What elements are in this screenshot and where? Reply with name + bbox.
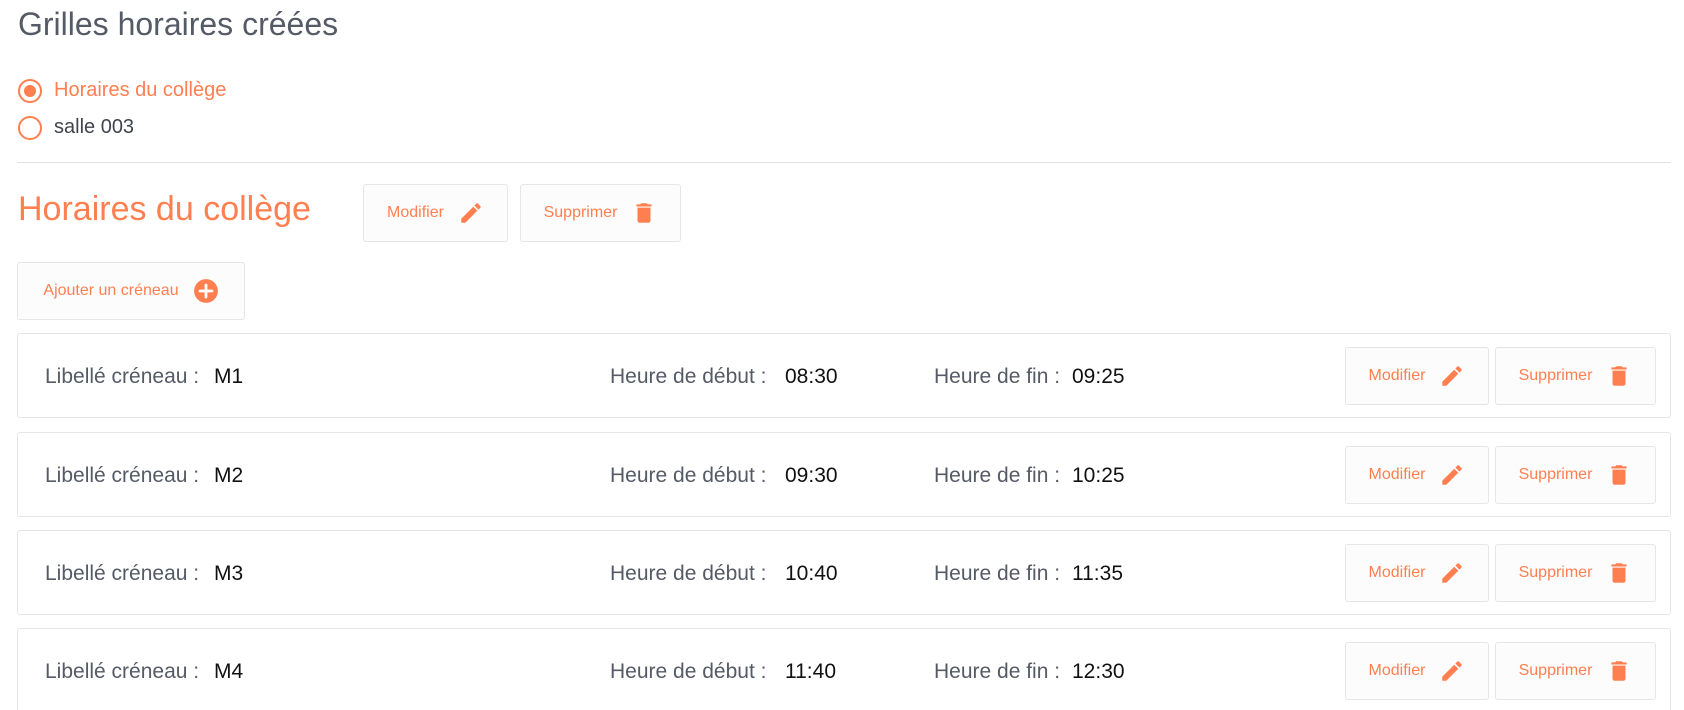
pencil-icon bbox=[1439, 560, 1465, 586]
slot-name-label: Libellé créneau : bbox=[45, 562, 200, 585]
slot-name-value: M1 bbox=[214, 365, 244, 388]
edit-slot-button[interactable]: Modifier bbox=[1345, 446, 1489, 504]
delete-slot-label: Supprimer bbox=[1518, 367, 1593, 384]
pencil-icon bbox=[1439, 462, 1465, 488]
slot-end-label: Heure de fin : bbox=[934, 660, 1061, 683]
slot-row: Libellé créneau : M3 Heure de début : 10… bbox=[17, 530, 1671, 615]
delete-slot-button[interactable]: Supprimer bbox=[1495, 642, 1656, 700]
slot-start-label: Heure de début : bbox=[610, 464, 767, 487]
radio-button-unchecked[interactable] bbox=[18, 115, 42, 140]
edit-slot-label: Modifier bbox=[1368, 564, 1426, 581]
slot-name-value: M4 bbox=[214, 660, 244, 683]
slot-start-value: 08:30 bbox=[785, 365, 838, 388]
slot-start-value: 09:30 bbox=[785, 464, 838, 487]
slot-end-value: 09:25 bbox=[1072, 365, 1125, 388]
slot-end-value: 11:35 bbox=[1072, 562, 1123, 585]
delete-grid-button[interactable]: Supprimer bbox=[520, 184, 681, 242]
slot-start-value: 11:40 bbox=[785, 660, 836, 683]
delete-slot-button[interactable]: Supprimer bbox=[1495, 446, 1656, 504]
delete-slot-button[interactable]: Supprimer bbox=[1495, 544, 1656, 602]
trash-icon bbox=[1606, 462, 1632, 488]
slot-end-label: Heure de fin : bbox=[934, 562, 1061, 585]
add-slot-label: Ajouter un créneau bbox=[43, 282, 179, 299]
delete-slot-label: Supprimer bbox=[1518, 662, 1593, 679]
trash-icon bbox=[631, 200, 657, 226]
slot-name-label: Libellé créneau : bbox=[45, 660, 200, 683]
delete-slot-label: Supprimer bbox=[1518, 466, 1593, 483]
grid-radio-list: Horaires du collège salle 003 bbox=[18, 72, 226, 146]
slot-end-value: 10:25 bbox=[1072, 464, 1125, 487]
pencil-icon bbox=[458, 200, 484, 226]
slot-start-label: Heure de début : bbox=[610, 365, 767, 388]
divider bbox=[17, 162, 1671, 163]
grid-option-college[interactable]: Horaires du collège bbox=[18, 72, 226, 109]
trash-icon bbox=[1606, 560, 1632, 586]
page-title: Grilles horaires créées bbox=[18, 6, 339, 42]
selected-grid-title: Horaires du collège bbox=[18, 190, 311, 228]
pencil-icon bbox=[1439, 363, 1465, 389]
edit-grid-button[interactable]: Modifier bbox=[363, 184, 508, 242]
edit-slot-button[interactable]: Modifier bbox=[1345, 642, 1489, 700]
edit-slot-label: Modifier bbox=[1368, 367, 1426, 384]
page: Grilles horaires créées Horaires du coll… bbox=[0, 0, 1684, 710]
delete-slot-button[interactable]: Supprimer bbox=[1495, 347, 1656, 405]
radio-button-checked[interactable] bbox=[18, 78, 42, 103]
slot-end-value: 12:30 bbox=[1072, 660, 1125, 683]
edit-grid-label: Modifier bbox=[387, 204, 444, 221]
slot-start-value: 10:40 bbox=[785, 562, 838, 585]
pencil-icon bbox=[1439, 658, 1465, 684]
grid-option-label: Horaires du collège bbox=[54, 79, 227, 101]
slot-name-label: Libellé créneau : bbox=[45, 365, 200, 388]
slot-end-label: Heure de fin : bbox=[934, 464, 1061, 487]
edit-slot-label: Modifier bbox=[1368, 466, 1426, 483]
slot-start-label: Heure de début : bbox=[610, 562, 767, 585]
slot-row: Libellé créneau : M1 Heure de début : 08… bbox=[17, 333, 1671, 418]
slot-name-value: M3 bbox=[214, 562, 244, 585]
delete-slot-label: Supprimer bbox=[1518, 564, 1593, 581]
trash-icon bbox=[1606, 363, 1632, 389]
edit-slot-button[interactable]: Modifier bbox=[1345, 347, 1489, 405]
slot-name-label: Libellé créneau : bbox=[45, 464, 200, 487]
edit-slot-label: Modifier bbox=[1368, 662, 1426, 679]
slot-end-label: Heure de fin : bbox=[934, 365, 1061, 388]
add-slot-button[interactable]: Ajouter un créneau bbox=[17, 262, 245, 320]
grid-option-label: salle 003 bbox=[54, 116, 135, 138]
trash-icon bbox=[1606, 658, 1632, 684]
slot-row: Libellé créneau : M2 Heure de début : 09… bbox=[17, 432, 1671, 517]
delete-grid-label: Supprimer bbox=[543, 204, 618, 221]
grid-option-salle-003[interactable]: salle 003 bbox=[18, 109, 226, 146]
slot-start-label: Heure de début : bbox=[610, 660, 767, 683]
slot-name-value: M2 bbox=[214, 464, 244, 487]
slot-row: Libellé créneau : M4 Heure de début : 11… bbox=[17, 628, 1671, 710]
edit-slot-button[interactable]: Modifier bbox=[1345, 544, 1489, 602]
plus-circle-icon bbox=[193, 278, 219, 304]
